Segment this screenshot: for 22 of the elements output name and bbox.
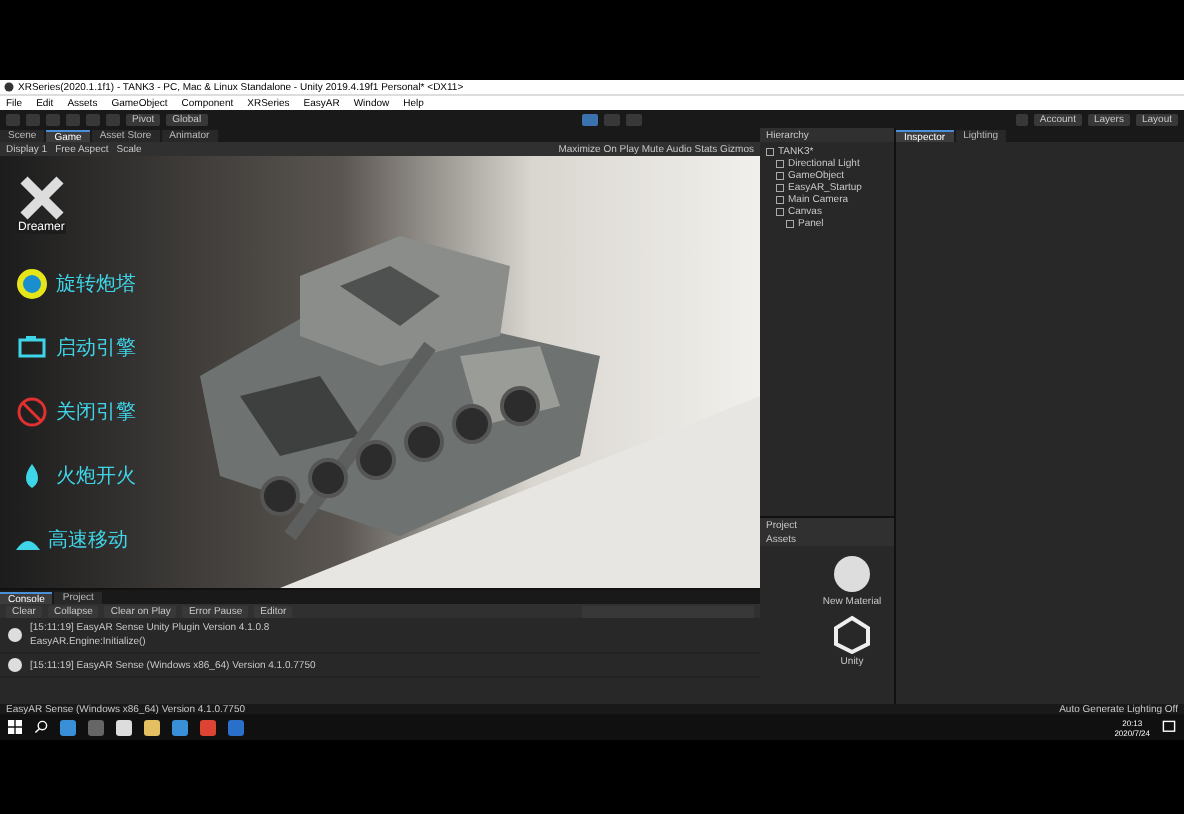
prohibited-icon — [16, 396, 48, 428]
sphere-icon — [832, 554, 872, 594]
engine-icon — [16, 332, 48, 364]
notification-icon — [1162, 720, 1176, 734]
search-icon — [34, 720, 48, 734]
app-icon — [172, 719, 188, 735]
info-icon — [8, 658, 22, 672]
app-icon — [228, 719, 244, 735]
action-label[interactable]: 关闭引擎 — [56, 398, 136, 426]
action-label[interactable]: 火炮开火 — [56, 462, 136, 490]
info-icon — [8, 628, 22, 642]
windows-start-icon — [8, 720, 22, 734]
folder-icon — [144, 719, 160, 735]
action-label[interactable]: 启动引擎 — [56, 334, 136, 362]
cube-logo-icon — [832, 614, 872, 654]
unity-icon — [4, 82, 14, 92]
action-label[interactable]: 旋转炮塔 — [56, 270, 136, 298]
browser-icon — [200, 719, 216, 735]
ring-icon — [16, 268, 48, 300]
action-label[interactable]: 高速移动 — [48, 526, 128, 554]
x-logo-icon — [19, 176, 64, 220]
search-field[interactable] — [582, 605, 754, 617]
